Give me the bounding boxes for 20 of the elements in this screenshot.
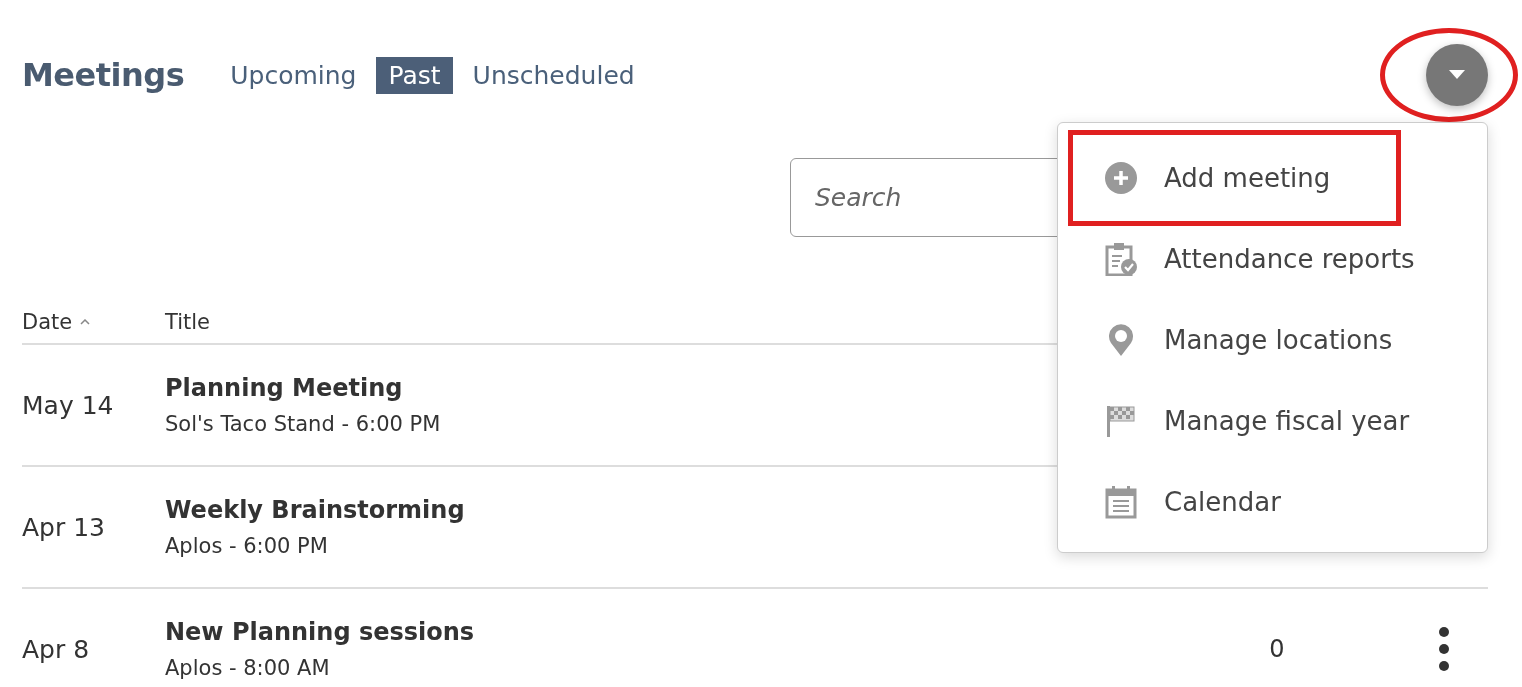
column-header[interactable]: Title: [165, 309, 210, 334]
menu-item[interactable]: Manage locations: [1164, 324, 1393, 355]
menu-item[interactable]: Calendar: [1164, 486, 1281, 517]
date-cell-text: May 14: [22, 390, 115, 420]
meeting-details: Sol's Taco Stand - 6:00 PM: [165, 412, 441, 436]
count-cell: 0: [1269, 635, 1285, 663]
meeting-title[interactable]: Weekly Brainstorming: [165, 496, 465, 524]
meeting-title[interactable]: Planning Meeting: [165, 374, 403, 402]
menu-item[interactable]: Manage fiscal year: [1164, 405, 1410, 436]
tab[interactable]: Upcoming: [218, 56, 369, 94]
tab[interactable]: Past: [376, 56, 453, 94]
meeting-title[interactable]: New Planning sessions: [165, 618, 475, 646]
menu-item[interactable]: Attendance reports: [1164, 243, 1415, 274]
date-cell-text: Apr 13: [22, 512, 106, 542]
meeting-details: Aplos - 8:00 AM: [165, 656, 330, 680]
tab[interactable]: Unscheduled: [460, 56, 647, 94]
page-title: Meetings: [22, 56, 185, 94]
date-cell-text: Apr 8: [22, 634, 91, 664]
column-header[interactable]: Date: [22, 309, 73, 334]
meeting-details: Aplos - 6:00 PM: [165, 534, 328, 558]
